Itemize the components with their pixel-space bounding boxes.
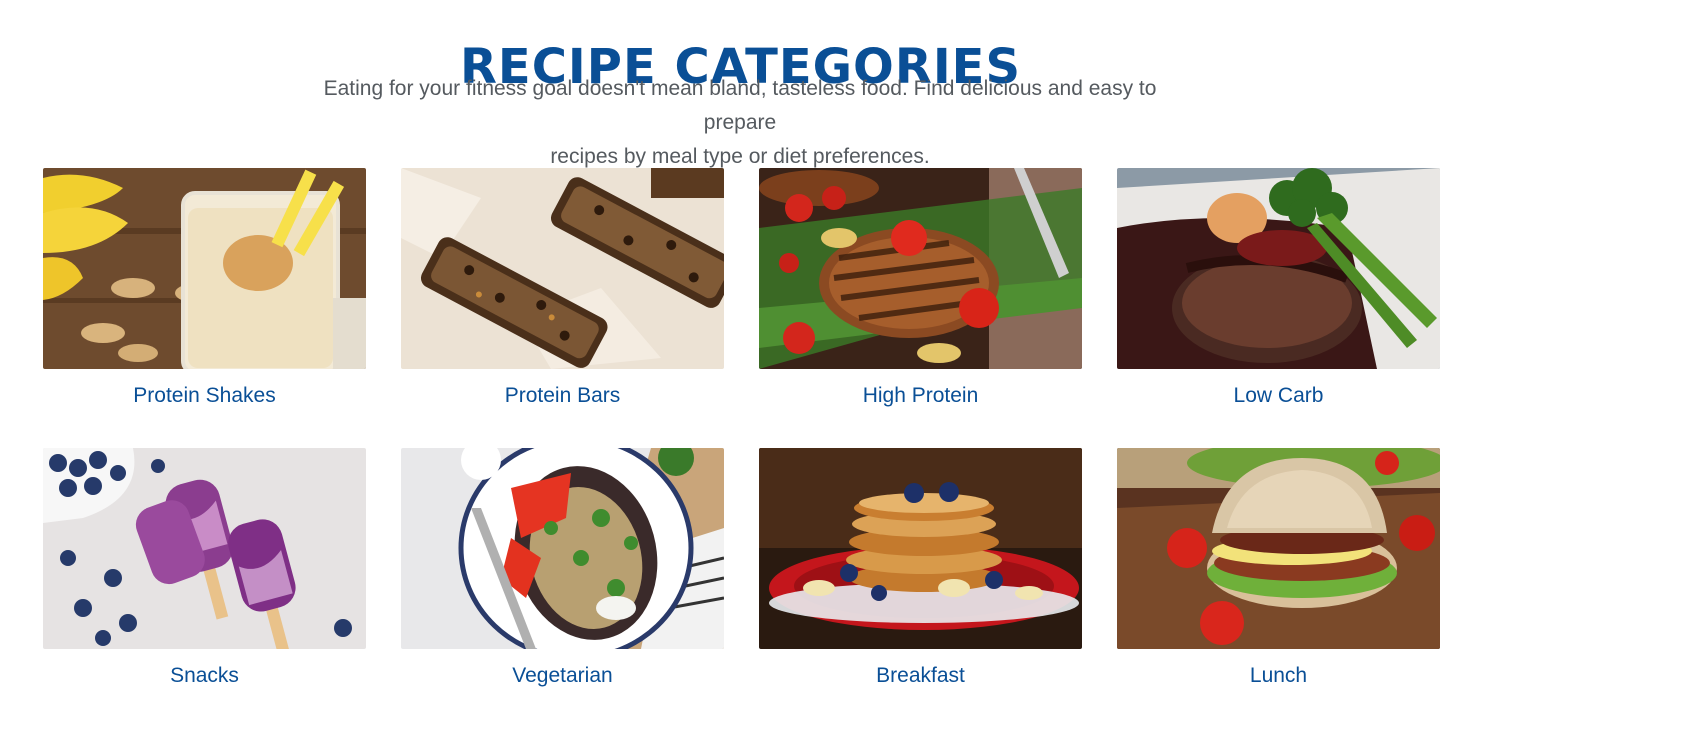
page-subtitle: Eating for your fitness goal doesn't mea…: [290, 72, 1190, 174]
category-card-snacks[interactable]: Snacks: [43, 448, 366, 728]
category-label[interactable]: Protein Bars: [401, 381, 724, 411]
protein-shakes-photo[interactable]: [43, 168, 366, 369]
subtitle-line-1: Eating for your fitness goal doesn't mea…: [323, 77, 1157, 134]
protein-bars-photo[interactable]: [401, 168, 724, 369]
category-grid: Protein Shakes Protein Bars High Protein…: [43, 168, 1440, 728]
category-card-breakfast[interactable]: Breakfast: [759, 448, 1082, 728]
pancakes-photo[interactable]: [759, 448, 1082, 649]
category-card-protein-shakes[interactable]: Protein Shakes: [43, 168, 366, 448]
category-label[interactable]: Breakfast: [759, 661, 1082, 691]
sandwich-photo[interactable]: [1117, 448, 1440, 649]
blueberry-popsicles-photo[interactable]: [43, 448, 366, 649]
category-label[interactable]: High Protein: [759, 381, 1082, 411]
grilled-chicken-photo[interactable]: [759, 168, 1082, 369]
category-card-high-protein[interactable]: High Protein: [759, 168, 1082, 448]
category-label[interactable]: Snacks: [43, 661, 366, 691]
category-card-lunch[interactable]: Lunch: [1117, 448, 1440, 728]
steak-broccoli-photo[interactable]: [1117, 168, 1440, 369]
category-label[interactable]: Low Carb: [1117, 381, 1440, 411]
category-card-vegetarian[interactable]: Vegetarian: [401, 448, 724, 728]
category-label[interactable]: Lunch: [1117, 661, 1440, 691]
category-card-protein-bars[interactable]: Protein Bars: [401, 168, 724, 448]
category-card-low-carb[interactable]: Low Carb: [1117, 168, 1440, 448]
category-label[interactable]: Vegetarian: [401, 661, 724, 691]
stuffed-eggplant-photo[interactable]: [401, 448, 724, 649]
category-label[interactable]: Protein Shakes: [43, 381, 366, 411]
